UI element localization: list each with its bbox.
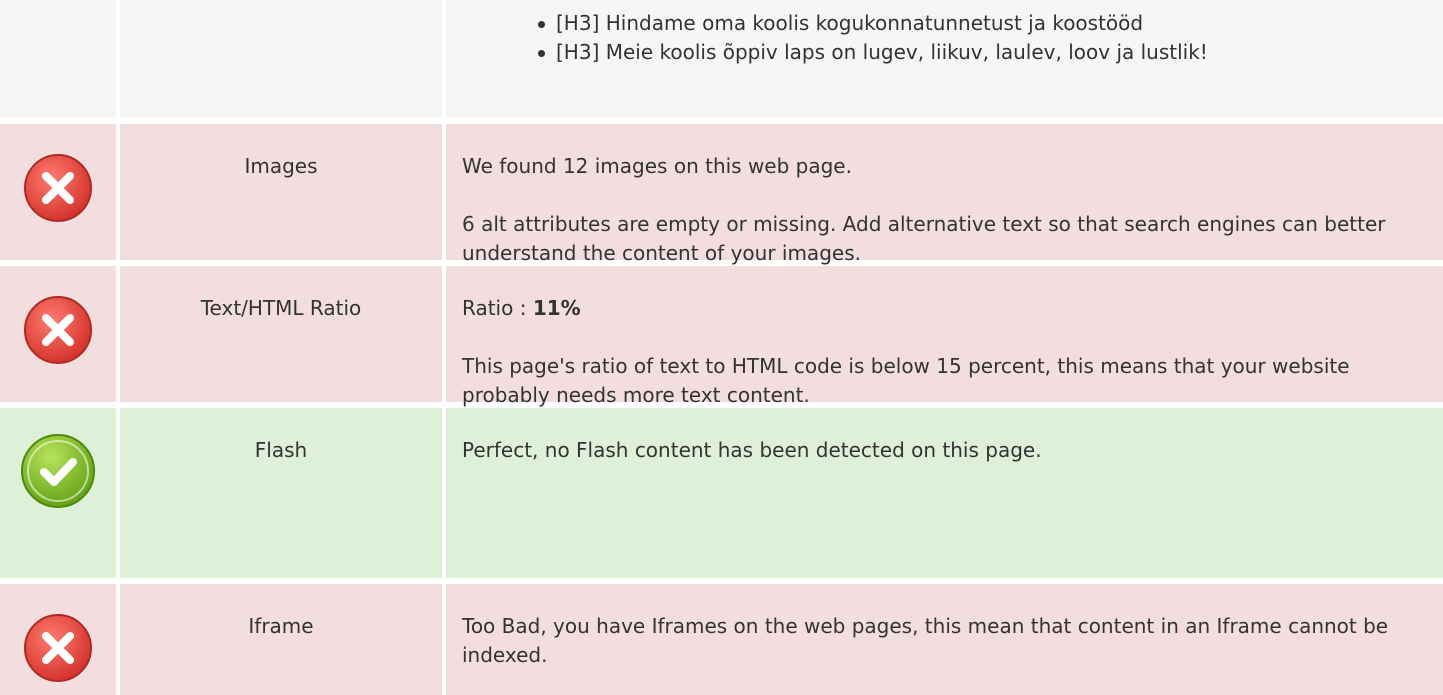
headings-list: [H3] Hindame oma koolis kogukonnatunnetu…: [446, 6, 1423, 67]
iframe-row: Iframe Too Bad, you have Iframes on the …: [0, 584, 1443, 695]
iframe-label: Iframe: [120, 584, 446, 695]
heading-item: [H3] Meie koolis õppiv laps on lugev, li…: [534, 38, 1423, 67]
iframe-text: Too Bad, you have Iframes on the web pag…: [462, 614, 1389, 667]
ratio-prefix: Ratio :: [462, 296, 533, 320]
images-content: We found 12 images on this web page. 6 a…: [446, 124, 1443, 265]
flash-status-cell: [0, 408, 120, 578]
images-count-text: We found 12 images on this web page.: [462, 154, 852, 178]
flash-text: Perfect, no Flash content has been detec…: [462, 438, 1042, 462]
error-x-icon: [24, 296, 92, 364]
headings-row: [H3] Hindame oma koolis kogukonnatunnetu…: [0, 0, 1443, 118]
heading-item: [H3] Hindame oma koolis kogukonnatunnetu…: [534, 9, 1423, 38]
seo-report: [H3] Hindame oma koolis kogukonnatunnetu…: [0, 0, 1443, 695]
images-alt-text: 6 alt attributes are empty or missing. A…: [462, 212, 1386, 265]
ratio-label: Text/HTML Ratio: [120, 266, 446, 402]
error-x-icon: [24, 614, 92, 682]
error-x-icon: [24, 154, 92, 222]
flash-label: Flash: [120, 408, 446, 578]
images-label: Images: [120, 124, 446, 260]
success-check-icon: [21, 434, 95, 508]
headings-label-cell: [120, 0, 446, 118]
iframe-content: Too Bad, you have Iframes on the web pag…: [446, 584, 1443, 695]
ratio-line: Ratio : 11%: [462, 294, 1423, 323]
images-status-cell: [0, 124, 120, 260]
text-html-ratio-row: Text/HTML Ratio Ratio : 11% This page's …: [0, 266, 1443, 407]
images-row: Images We found 12 images on this web pa…: [0, 124, 1443, 265]
ratio-explanation: This page's ratio of text to HTML code i…: [462, 354, 1350, 407]
headings-icon-cell: [0, 0, 120, 118]
flash-content: Perfect, no Flash content has been detec…: [446, 408, 1443, 578]
headings-content-cell: [H3] Hindame oma koolis kogukonnatunnetu…: [446, 0, 1443, 118]
flash-row: Flash Perfect, no Flash content has been…: [0, 408, 1443, 578]
ratio-value: 11%: [532, 296, 581, 320]
ratio-status-cell: [0, 266, 120, 402]
ratio-content: Ratio : 11% This page's ratio of text to…: [446, 266, 1443, 407]
iframe-status-cell: [0, 584, 120, 695]
